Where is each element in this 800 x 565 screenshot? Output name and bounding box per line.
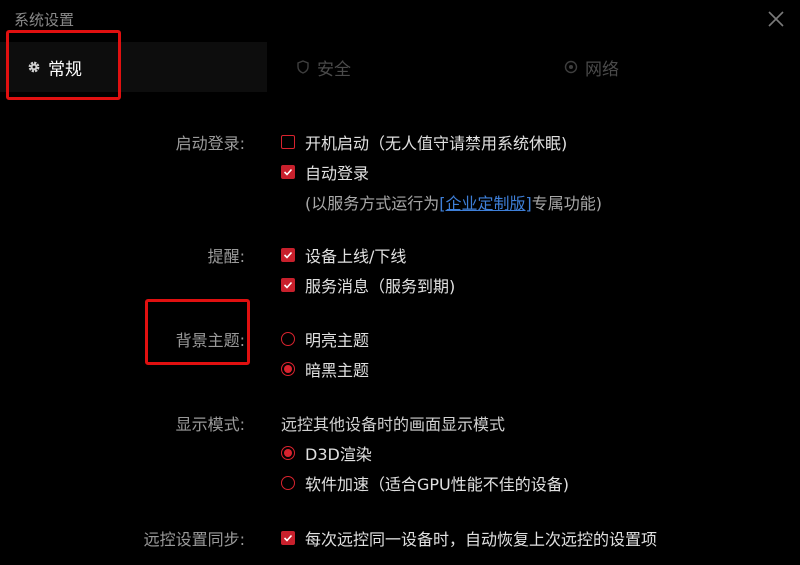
service-mode-note: (以服务方式运行为[企业定制版]专属功能) bbox=[305, 190, 602, 214]
checkbox-checked-icon bbox=[281, 278, 295, 292]
note-suffix: 专属功能) bbox=[531, 194, 602, 213]
device-online-checkbox[interactable]: 设备上线/下线 bbox=[281, 243, 406, 267]
close-icon[interactable] bbox=[766, 9, 786, 29]
light-theme-label: 明亮主题 bbox=[305, 331, 370, 350]
radio-unselected-icon bbox=[281, 476, 295, 490]
tab-security[interactable]: 安全 bbox=[267, 42, 533, 92]
software-accel-label: 软件加速（适合GPU性能不佳的设备) bbox=[305, 475, 570, 494]
d3d-render-radio[interactable]: D3D渲染 bbox=[281, 441, 372, 465]
device-online-label: 设备上线/下线 bbox=[305, 247, 407, 266]
service-message-label: 服务消息（服务到期) bbox=[305, 277, 456, 296]
auto-login-label: 自动登录 bbox=[305, 164, 370, 183]
auto-start-label: 开机启动（无人值守请禁用系统休眠) bbox=[305, 134, 568, 153]
tab-network[interactable]: 网络 bbox=[533, 42, 800, 92]
enterprise-edition-link[interactable]: [企业定制版] bbox=[439, 194, 532, 213]
display-mode-label: 显示模式: bbox=[175, 415, 245, 434]
tab-network-label: 网络 bbox=[585, 59, 619, 80]
shield-icon bbox=[295, 59, 311, 75]
auto-login-checkbox[interactable]: 自动登录 bbox=[281, 160, 369, 184]
tab-security-label: 安全 bbox=[317, 59, 351, 80]
reminder-label: 提醒: bbox=[207, 247, 245, 266]
dark-theme-radio[interactable]: 暗黑主题 bbox=[281, 357, 369, 381]
dark-theme-label: 暗黑主题 bbox=[305, 361, 370, 380]
software-accel-radio[interactable]: 软件加速（适合GPU性能不佳的设备) bbox=[281, 471, 569, 495]
light-theme-radio[interactable]: 明亮主题 bbox=[281, 327, 369, 351]
note-prefix: (以服务方式运行为 bbox=[305, 194, 440, 213]
highlight-box-tab bbox=[6, 30, 121, 100]
checkbox-checked-icon bbox=[281, 165, 295, 179]
remote-sync-option-label: 每次远控同一设备时，自动恢复上次远控的设置项 bbox=[305, 530, 658, 549]
radio-unselected-icon bbox=[281, 332, 295, 346]
service-message-checkbox[interactable]: 服务消息（服务到期) bbox=[281, 273, 455, 297]
radio-selected-icon bbox=[281, 362, 295, 376]
d3d-render-label: D3D渲染 bbox=[305, 445, 372, 464]
remote-sync-label: 远控设置同步: bbox=[143, 530, 245, 549]
theme-label: 背景主题: bbox=[175, 331, 245, 350]
checkbox-unchecked-icon bbox=[281, 135, 295, 149]
window-title: 系统设置 bbox=[14, 11, 75, 29]
checkbox-checked-icon bbox=[281, 531, 295, 545]
checkbox-checked-icon bbox=[281, 248, 295, 262]
network-icon bbox=[563, 59, 579, 75]
auto-start-checkbox[interactable]: 开机启动（无人值守请禁用系统休眠) bbox=[281, 130, 567, 154]
remote-sync-checkbox[interactable]: 每次远控同一设备时，自动恢复上次远控的设置项 bbox=[281, 526, 657, 550]
display-mode-description: 远控其他设备时的画面显示模式 bbox=[281, 415, 506, 434]
radio-selected-icon bbox=[281, 446, 295, 460]
startup-label: 启动登录: bbox=[175, 134, 245, 153]
